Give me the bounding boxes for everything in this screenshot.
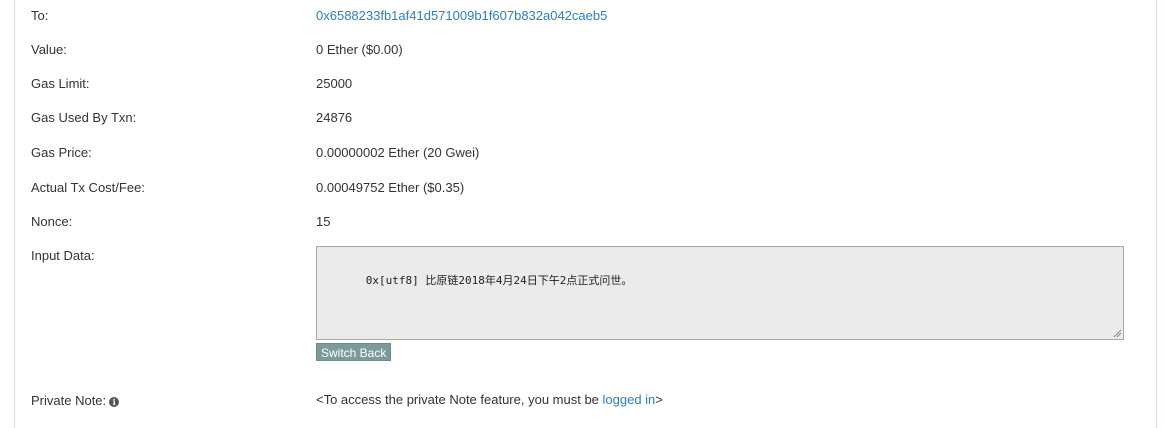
info-circle-icon[interactable]: i	[109, 397, 120, 407]
gas-limit-label: Gas Limit:	[31, 76, 90, 91]
private-note-label-wrap: Private Note: i	[31, 393, 120, 408]
private-note-text-before: <To access the private Note feature, you…	[316, 392, 603, 407]
transaction-details-panel: To: 0x6588233fb1af41d571009b1f607b832a04…	[14, 0, 1157, 428]
to-address-link[interactable]: 0x6588233fb1af41d571009b1f607b832a042cae…	[316, 8, 607, 23]
value-amount: 0 Ether ($0.00)	[316, 42, 403, 57]
nonce-value: 15	[316, 214, 331, 229]
logged-in-link[interactable]: logged in	[603, 392, 656, 407]
tx-fee-label: Actual Tx Cost/Fee:	[31, 180, 145, 195]
gas-limit-value: 25000	[316, 76, 353, 91]
value-label: Value:	[31, 42, 67, 57]
resize-grip-icon[interactable]	[1112, 328, 1122, 338]
switch-back-button[interactable]: Switch Back	[316, 343, 392, 361]
private-note-message: <To access the private Note feature, you…	[316, 392, 663, 407]
input-data-text: 0x[utf8] 比原链2018年4月24日下午2点正式问世。	[365, 274, 633, 287]
gas-used-label: Gas Used By Txn:	[31, 110, 137, 125]
gas-price-label: Gas Price:	[31, 145, 92, 160]
input-data-textarea[interactable]: 0x[utf8] 比原链2018年4月24日下午2点正式问世。	[316, 246, 1124, 340]
input-data-label: Input Data:	[31, 248, 95, 263]
private-note-label: Private Note:	[31, 393, 107, 408]
nonce-label: Nonce:	[31, 214, 73, 229]
gas-price-value: 0.00000002 Ether (20 Gwei)	[316, 145, 480, 160]
private-note-text-after: >	[655, 392, 663, 407]
to-label: To:	[31, 8, 49, 23]
gas-used-value: 24876	[316, 110, 353, 125]
tx-fee-value: 0.00049752 Ether ($0.35)	[316, 180, 465, 195]
